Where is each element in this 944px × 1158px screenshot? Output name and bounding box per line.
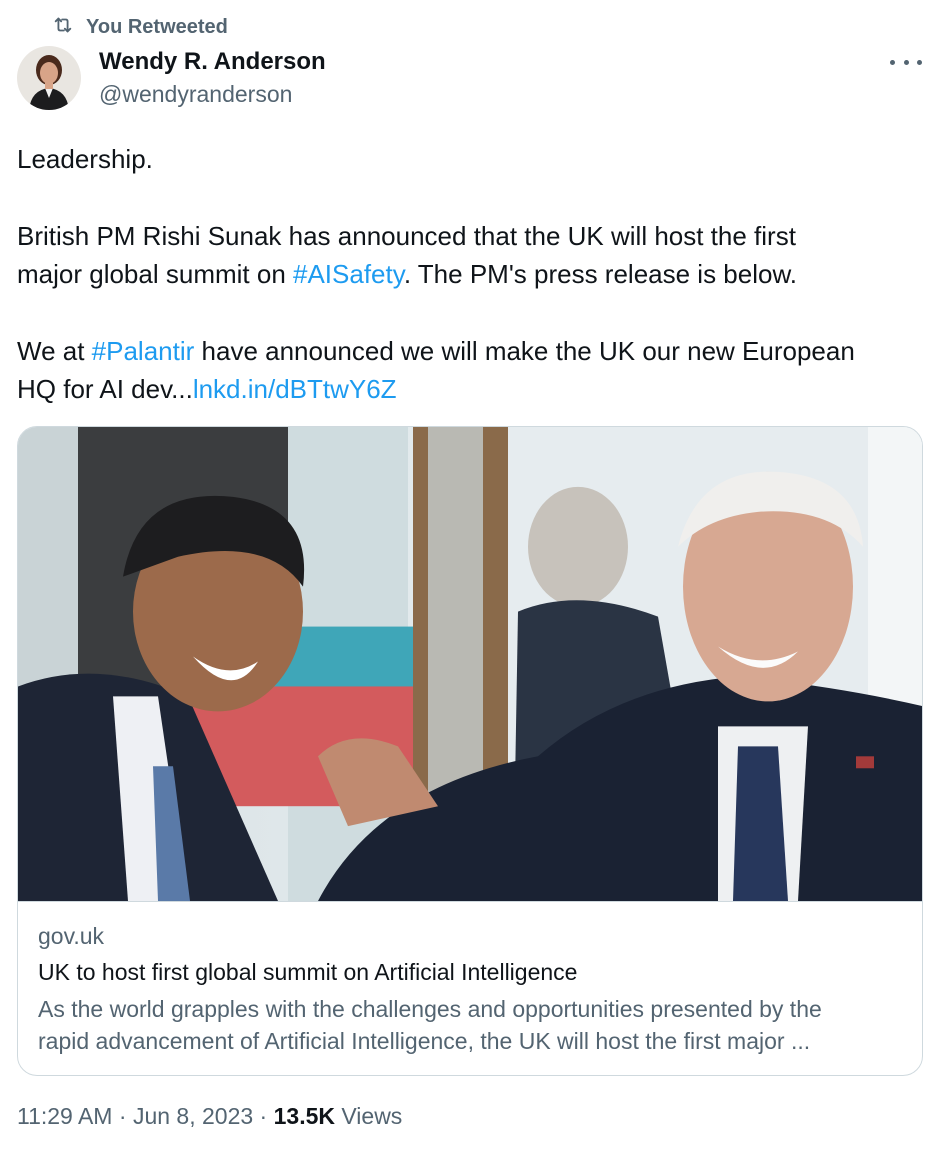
dot: [890, 59, 895, 65]
card-description-line: As the world grapples with the challenge…: [38, 996, 822, 1022]
tweet-line: We at #Palantir have announced we will m…: [17, 332, 932, 370]
avatar[interactable]: [17, 46, 81, 110]
dot: [903, 59, 909, 65]
tweet-line: Leadership.: [17, 144, 153, 174]
tweet-text-segment: . The PM's press release is below.: [403, 259, 798, 290]
tweet-text-segment: HQ for AI dev...: [17, 374, 193, 405]
card-description: As the world grapples with the challenge…: [38, 993, 908, 1057]
tweet-line: HQ for AI dev...lnkd.in/dBTtwY6Z: [17, 370, 932, 408]
separator: ·: [112, 1103, 133, 1129]
tweet-text-segment: We at: [17, 336, 92, 366]
dot: [917, 59, 922, 65]
hashtag-aisafety-link[interactable]: #AISafety: [293, 259, 404, 289]
tweet-time[interactable]: 11:29 AM: [17, 1103, 112, 1129]
separator: ·: [253, 1103, 274, 1129]
card-domain: gov.uk: [38, 923, 105, 949]
link-preview-card[interactable]: gov.uk UK to host first global summit on…: [17, 426, 923, 1076]
card-description-line: rapid advancement of Artificial Intellig…: [38, 1028, 811, 1054]
views-count[interactable]: 13.5K: [274, 1103, 335, 1129]
hashtag-palantir-link[interactable]: #Palantir: [92, 336, 195, 366]
tweet-date[interactable]: Jun 8, 2023: [133, 1103, 253, 1129]
tweet-line: British PM Rishi Sunak has announced tha…: [17, 220, 796, 251]
tweet-line: major global summit on #AISafety. The PM…: [17, 255, 932, 293]
card-photo[interactable]: [18, 427, 922, 902]
retweet-icon: [52, 14, 74, 41]
retweet-indicator: You Retweeted: [52, 14, 228, 40]
author-name[interactable]: Wendy R. Anderson: [99, 46, 326, 78]
external-link[interactable]: lnkd.in/dBTtwY6Z: [193, 374, 397, 404]
tweet-body: Leadership. British PM Rishi Sunak has a…: [17, 140, 932, 409]
tweet-text-segment: have announced we will make the UK our n…: [194, 336, 855, 366]
views-label: Views: [334, 1103, 403, 1129]
author-handle[interactable]: @wendyranderson: [99, 79, 292, 109]
tweet-metadata: 11:29 AM · Jun 8, 2023 · 13.5K Views: [17, 1100, 402, 1132]
retweet-label: You Retweeted: [86, 15, 228, 38]
card-title: UK to host first global summit on Artifi…: [38, 959, 578, 985]
tweet-text-segment: major global summit on: [17, 259, 293, 290]
more-options-icon[interactable]: [890, 52, 922, 72]
